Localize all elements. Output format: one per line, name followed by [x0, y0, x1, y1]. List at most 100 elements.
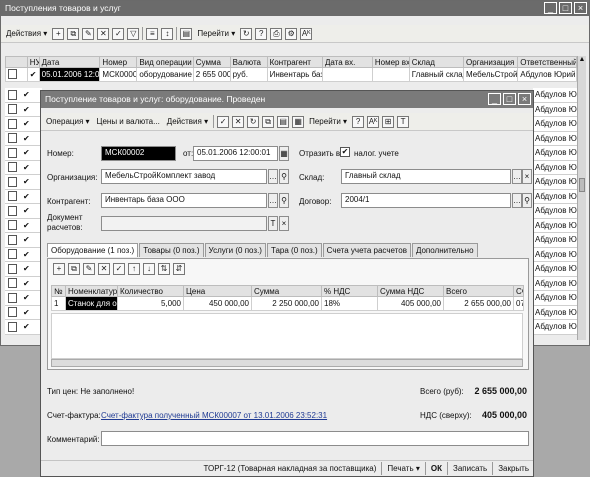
responsible-cell[interactable]: Абдулов Юрий...	[533, 218, 577, 233]
equipment-hscroll[interactable]	[51, 359, 523, 367]
print-menu-button[interactable]: Печать ▾	[387, 464, 419, 473]
print-icon[interactable]: ⎙	[270, 27, 283, 40]
doc-actions-menu-button[interactable]: Действия ▾	[165, 117, 210, 126]
post-doc-icon[interactable]: ✓	[217, 115, 230, 128]
tree-icon[interactable]: ≡	[146, 27, 159, 40]
eq-col-sum[interactable]: Сумма	[251, 285, 322, 297]
list-item[interactable]: ✔	[5, 189, 42, 204]
sort-icon[interactable]: ↕	[161, 27, 174, 40]
responsible-cell[interactable]: Абдулов Юрий...	[533, 146, 577, 161]
list-item[interactable]: ✔	[5, 88, 42, 103]
copy-icon[interactable]: ⧉	[67, 27, 80, 40]
currency-cell[interactable]: руб.	[229, 67, 268, 82]
col-currency[interactable]: Валюта	[229, 56, 268, 68]
list-item[interactable]: ✔	[5, 204, 42, 219]
text-icon[interactable]: Т	[397, 115, 410, 128]
organization-field[interactable]: МебельСтройКомплект завод	[101, 169, 267, 184]
movements-icon[interactable]: ▤	[277, 115, 290, 128]
list-window-titlebar[interactable]: Поступления товаров и услуг _ □ ×	[1, 1, 589, 16]
eq-vat-rate-cell[interactable]: 18%	[321, 296, 378, 311]
close-icon[interactable]: ×	[574, 2, 587, 14]
list-item[interactable]: ✔	[5, 262, 42, 277]
col-date-in[interactable]: Дата вх.	[321, 56, 373, 68]
eq-n-cell[interactable]: 1	[51, 296, 66, 311]
responsible-cell[interactable]: Абдулов Юрий...	[533, 189, 577, 204]
settlement-type-icon[interactable]: T	[268, 216, 278, 231]
tab-packaging[interactable]: Тара (0 поз.)	[266, 243, 322, 257]
number-cell[interactable]: МСК00002	[99, 67, 138, 82]
eq-col-total[interactable]: Всего	[443, 285, 514, 297]
responsible-cell[interactable]: Абдулов Юрий...	[533, 175, 577, 190]
edit-icon[interactable]: ✎	[82, 27, 95, 40]
copy-icon[interactable]: ⧉	[262, 115, 275, 128]
maximize-icon[interactable]: □	[503, 93, 516, 105]
minimize-icon[interactable]: _	[488, 93, 501, 105]
eq-quantity-cell[interactable]: 5,000	[117, 296, 184, 311]
eq-col-nomenclature[interactable]: Номенклатура	[65, 285, 118, 297]
list-item[interactable]: ✔	[5, 233, 42, 248]
responsible-cell[interactable]: Абдулов Юрий...	[533, 233, 577, 248]
contract-select-icon[interactable]: …	[512, 193, 522, 208]
tab-goods[interactable]: Товары (0 поз.)	[139, 243, 204, 257]
responsible-cell[interactable]: Абдулов Юрий...	[533, 247, 577, 262]
list-item[interactable]: ✔	[5, 305, 42, 320]
close-icon[interactable]: ×	[518, 93, 531, 105]
document-window-titlebar[interactable]: Поступление товаров и услуг: оборудовани…	[41, 91, 533, 108]
number-in-cell[interactable]	[371, 67, 410, 82]
calendar-icon[interactable]: ▦	[279, 146, 289, 161]
print-preview-icon[interactable]: ▦	[292, 115, 305, 128]
col-counterparty[interactable]: Контрагент	[266, 56, 323, 68]
date-field[interactable]: 05.01.2006 12:00:01	[193, 146, 278, 161]
responsible-cell[interactable]: Абдулов Юрий...	[533, 131, 577, 146]
row-delete-icon[interactable]: ✕	[98, 263, 110, 275]
structure-icon[interactable]: Аᴷ	[367, 115, 380, 128]
col-number[interactable]: Номер	[99, 56, 138, 68]
responsible-cell[interactable]: Абдулов Юрий...	[533, 160, 577, 175]
list-item[interactable]: ✔	[5, 320, 42, 335]
eq-account-cell[interactable]: 07	[513, 296, 524, 311]
eq-col-account[interactable]: Сч	[513, 285, 524, 297]
warehouse-cell[interactable]: Главный склад	[408, 67, 465, 82]
refresh-icon[interactable]: ↻	[247, 115, 260, 128]
refresh-icon[interactable]: ↻	[240, 27, 253, 40]
date-cell[interactable]: 05.01.2006 12:00:01	[38, 67, 101, 82]
col-warehouse[interactable]: Склад	[408, 56, 465, 68]
tax-account-checkbox[interactable]: ✔	[340, 147, 350, 157]
col-sum[interactable]: Сумма	[192, 56, 231, 68]
col-organization[interactable]: Организация	[463, 56, 519, 68]
add-icon[interactable]: +	[52, 27, 65, 40]
actions-menu-button[interactable]: Действия ▾	[4, 29, 49, 38]
torg12-print-button[interactable]: ТОРГ-12 (Товарная накладная за поставщик…	[203, 464, 376, 473]
warehouse-clear-icon[interactable]: ×	[522, 169, 532, 184]
minimize-icon[interactable]: _	[544, 2, 557, 14]
list-item[interactable]: ✔	[5, 160, 42, 175]
row-add-icon[interactable]: +	[53, 263, 65, 275]
tab-additional[interactable]: Дополнительно	[411, 243, 478, 257]
filter-icon[interactable]: ▽	[127, 27, 140, 40]
structure-icon[interactable]: Аᴷ	[300, 27, 313, 40]
move-up-icon[interactable]: ↑	[128, 263, 140, 275]
operation-cell[interactable]: оборудование	[136, 67, 194, 82]
eq-vat-sum-cell[interactable]: 405 000,00	[377, 296, 444, 311]
responsible-cell[interactable]: Абдулов Юрий...	[517, 67, 577, 82]
delete-icon[interactable]: ✕	[97, 27, 110, 40]
tab-services[interactable]: Услуги (0 поз.)	[204, 243, 266, 257]
row-edit-icon[interactable]: ✎	[83, 263, 95, 275]
settlement-doc-field[interactable]	[101, 216, 267, 231]
contract-field[interactable]: 2004/1	[341, 193, 511, 208]
responsible-cell[interactable]: Абдулов Юрий...	[533, 262, 577, 277]
scroll-up-icon[interactable]: ▲	[578, 56, 586, 66]
list-item[interactable]: ✔	[5, 117, 42, 132]
doc-goto-menu-button[interactable]: Перейти ▾	[307, 117, 349, 126]
sort-asc-icon[interactable]: ⇅	[158, 263, 170, 275]
col-date[interactable]: Дата	[38, 56, 101, 68]
responsible-cell[interactable]: Абдулов Юрий...	[533, 305, 577, 320]
invoice-link[interactable]: Счет-фактура полученный МСК00007 от 13.0…	[101, 411, 327, 420]
close-button[interactable]: Закрыть	[498, 464, 529, 473]
tab-settlement-accounts[interactable]: Счета учета расчетов	[322, 243, 411, 257]
eq-sum-cell[interactable]: 2 250 000,00	[251, 296, 322, 311]
post-icon[interactable]: ✓	[112, 27, 125, 40]
list-item[interactable]: ✔	[5, 102, 42, 117]
eq-col-n[interactable]: №	[51, 285, 66, 297]
tab-equipment[interactable]: Оборудование (1 поз.)	[47, 243, 139, 257]
